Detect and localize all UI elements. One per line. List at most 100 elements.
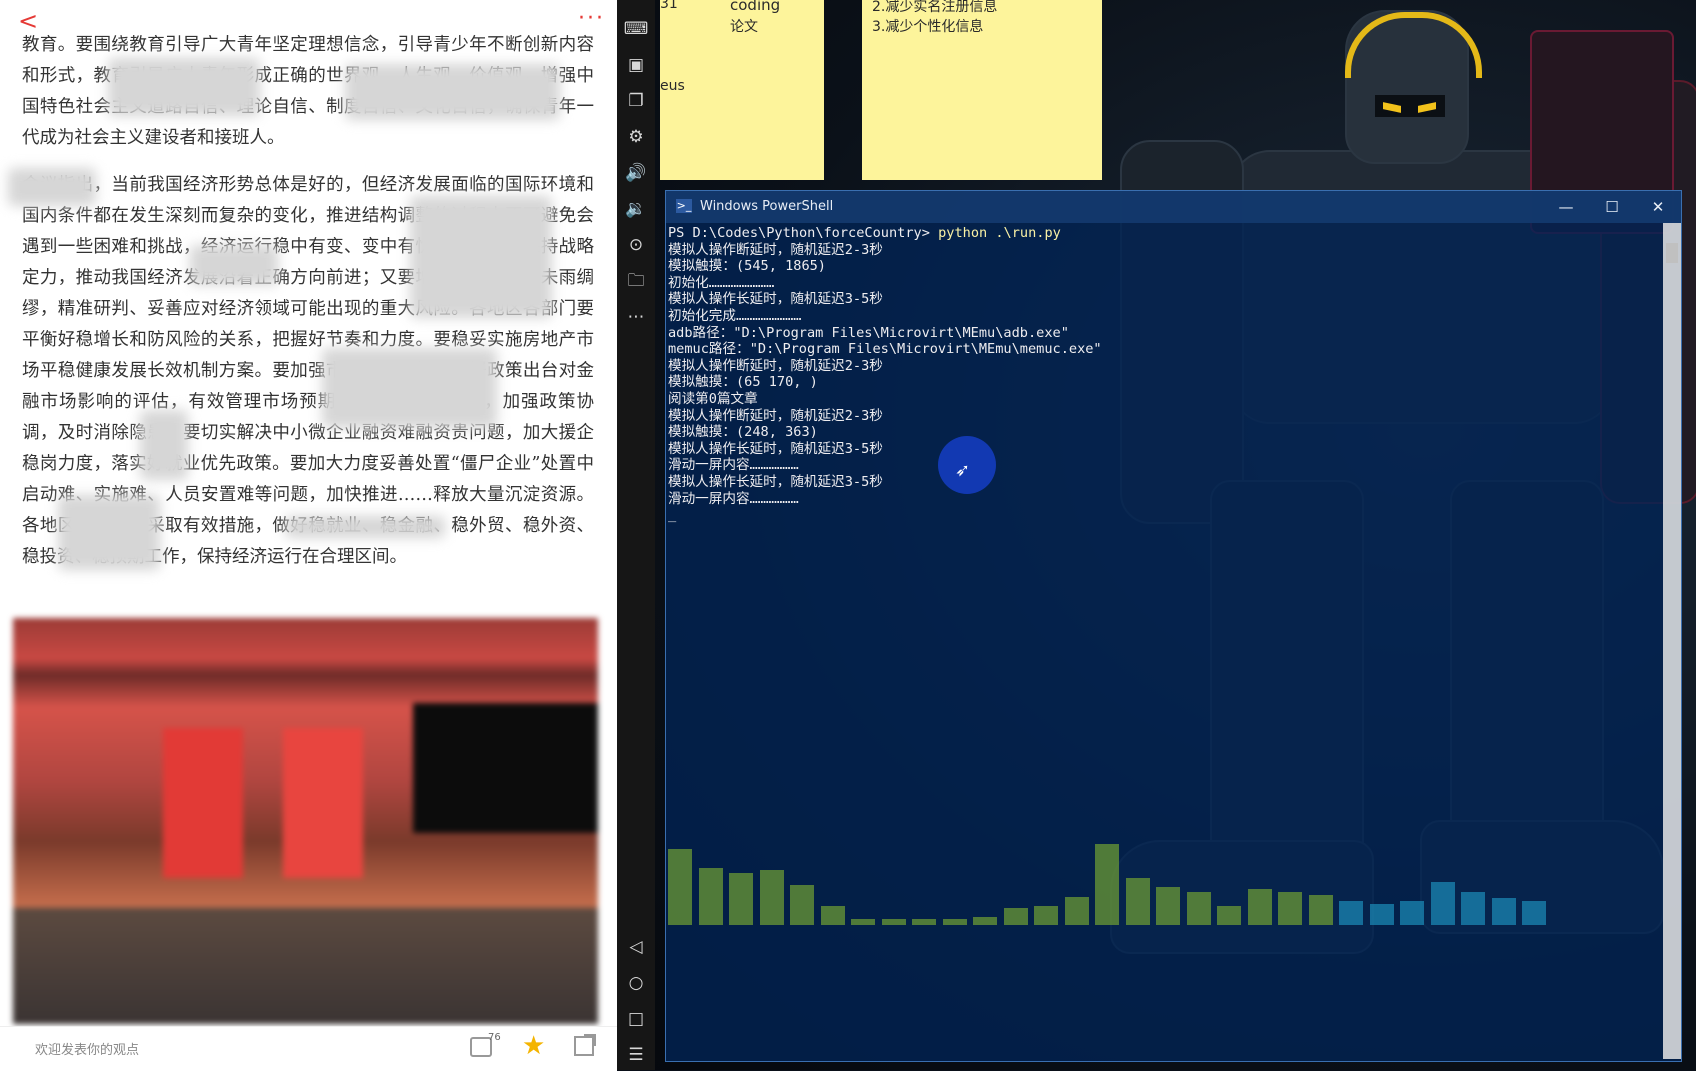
window-title: Windows PowerShell xyxy=(700,199,834,214)
visualizer-bar xyxy=(942,919,967,925)
visualizer-bar xyxy=(698,868,723,925)
visualizer-bar xyxy=(851,919,875,925)
powershell-titlebar[interactable]: >_ Windows PowerShell — ☐ ✕ xyxy=(666,191,1681,223)
emulator-screen: < ··· 教育。要围绕教育引导广大青年坚定理想信念，引导青少年不断创新内容和形… xyxy=(0,0,617,1071)
volume-down-icon[interactable]: 🔉 xyxy=(617,194,655,224)
apk-icon[interactable]: ▣ xyxy=(617,50,655,80)
powershell-icon: >_ xyxy=(676,199,692,213)
console-line: _ xyxy=(668,507,677,524)
multi-window-icon[interactable]: ❐ xyxy=(617,86,655,116)
visualizer-bar xyxy=(790,885,814,925)
visualizer-bar xyxy=(1095,844,1119,925)
visualizer-bar xyxy=(1491,898,1516,925)
more-icon[interactable]: ⋯ xyxy=(617,302,655,332)
console-line: 模拟人操作断延时，随机延迟2-3秒 xyxy=(668,407,883,424)
visualizer-bar xyxy=(1278,891,1302,925)
keyboard-icon[interactable]: ⌨ xyxy=(617,14,655,44)
visualizer-bar xyxy=(1003,907,1028,925)
photo-red-flag xyxy=(163,728,243,878)
back-arrow-icon[interactable]: < xyxy=(18,9,40,33)
back-nav-icon[interactable]: ◁ xyxy=(617,932,655,962)
visualizer-bar xyxy=(881,919,906,925)
console-command: python .\run.py xyxy=(938,225,1061,241)
more-options-icon[interactable]: ··· xyxy=(578,8,605,30)
visualizer-bar xyxy=(1186,891,1211,925)
volume-up-icon[interactable]: 🔊 xyxy=(617,158,655,188)
visualizer-bar xyxy=(1034,906,1058,925)
redaction-blur xyxy=(108,58,260,116)
location-icon[interactable]: ⊙ xyxy=(617,230,655,260)
console-line: memuc路径："D:\Program Files\Microvirt\MEmu… xyxy=(668,341,1102,358)
console-line: 初始化完成…………………… xyxy=(668,307,802,324)
visualizer-bar xyxy=(1522,901,1546,925)
visualizer-bar xyxy=(1369,904,1394,925)
photo-audience xyxy=(13,908,598,1024)
sticky-line: 2.减少实名注册信息 xyxy=(872,0,998,15)
console-output[interactable]: PS D:\Codes\Python\forceCountry> python … xyxy=(668,225,1658,1055)
console-line: 模拟触摸：(65 170, ) xyxy=(668,374,818,391)
mouse-cursor-icon: ➶ xyxy=(955,460,971,481)
redaction-blur xyxy=(8,168,96,206)
folder-icon[interactable]: 🗀 xyxy=(617,266,655,296)
visualizer-bar xyxy=(1125,877,1150,925)
maximize-button[interactable]: ☐ xyxy=(1589,191,1635,223)
visualizer-bar xyxy=(1308,894,1333,925)
visualizer-bar xyxy=(1339,901,1363,925)
minimize-button[interactable]: — xyxy=(1543,191,1589,223)
console-line: 模拟触摸：(248, 363) xyxy=(668,424,818,441)
sticky-line: coding xyxy=(730,0,781,14)
console-line: 模拟人操作长延时，随机延迟3-5秒 xyxy=(668,473,883,490)
powershell-window[interactable]: >_ Windows PowerShell — ☐ ✕ PS D:\Codes\… xyxy=(665,190,1682,1062)
redaction-blur xyxy=(140,410,188,480)
star-icon[interactable]: ★ xyxy=(522,1033,545,1059)
close-button[interactable]: ✕ xyxy=(1635,191,1681,223)
recent-apps-icon[interactable]: □ xyxy=(617,1004,655,1034)
sticky-note-2[interactable]: 2.减少实名注册信息 3.减少个性化信息 xyxy=(862,0,1102,180)
redaction-blur xyxy=(190,245,278,285)
visualizer-bar xyxy=(1217,906,1241,925)
visualizer-bar xyxy=(1064,896,1089,925)
home-nav-icon[interactable]: ○ xyxy=(617,968,655,998)
visualizer-bar xyxy=(1400,901,1424,925)
visualizer-bar xyxy=(1430,882,1455,925)
visualizer-bar xyxy=(912,919,936,925)
article-photo xyxy=(13,618,598,1024)
console-line: 模拟人操作长延时，随机延迟3-5秒 xyxy=(668,440,883,457)
share-icon[interactable] xyxy=(574,1034,596,1056)
emulator-toolbar: ⌨ ▣ ❐ ⚙ 🔊 🔉 ⊙ 🗀 ⋯ ◁ ○ □ ☰ xyxy=(617,0,655,1070)
menu-icon[interactable]: ☰ xyxy=(617,1040,655,1070)
visualizer-bar xyxy=(668,849,692,925)
redaction-blur xyxy=(345,64,560,120)
console-line: 模拟人操作断延时，随机延迟2-3秒 xyxy=(668,357,883,374)
visualizer-bar xyxy=(1461,891,1485,925)
console-line: 模拟触摸：(545, 1865) xyxy=(668,258,826,275)
sticky-line: 31 xyxy=(660,0,678,12)
redaction-blur xyxy=(58,495,160,570)
visualizer-bar xyxy=(759,869,784,925)
photo-red-flag xyxy=(283,728,363,878)
console-scrollbar[interactable] xyxy=(1663,223,1681,1059)
scrollbar-thumb[interactable] xyxy=(1666,243,1678,263)
visualizer-bar xyxy=(1156,887,1180,925)
console-prompt: PS D:\Codes\Python\forceCountry> xyxy=(668,225,939,241)
settings-icon[interactable]: ⚙ xyxy=(617,122,655,152)
console-line: 滑动一屏内容……………… xyxy=(668,457,799,474)
visualizer-bar xyxy=(729,872,753,925)
sticky-line: eus xyxy=(660,78,685,94)
comment-bar: 欢迎发表你的观点 76 ★ xyxy=(0,1026,617,1071)
sticky-note-1[interactable]: 31 coding 论文 eus xyxy=(660,0,824,180)
comment-input[interactable]: 欢迎发表你的观点 xyxy=(35,1039,139,1058)
sticky-line: 3.减少个性化信息 xyxy=(872,19,984,35)
visualizer-bar xyxy=(1247,888,1272,925)
console-line: 阅读第0篇文章 xyxy=(668,390,758,407)
redaction-blur xyxy=(285,516,445,538)
console-line: 初始化…………………… xyxy=(668,274,775,291)
redaction-blur xyxy=(322,348,497,428)
comment-count: 76 xyxy=(488,1032,501,1043)
console-lines: 模拟人操作断延时，随机延迟2-3秒 模拟触摸：(545, 1865) 初始化……… xyxy=(668,242,1102,524)
audio-visualizer xyxy=(668,820,1548,925)
redaction-blur xyxy=(410,196,552,318)
console-line: adb路径："D:\Program Files\Microvirt\MEmu\a… xyxy=(668,324,1069,341)
visualizer-bar xyxy=(973,917,997,925)
sticky-line: 论文 xyxy=(730,19,758,35)
